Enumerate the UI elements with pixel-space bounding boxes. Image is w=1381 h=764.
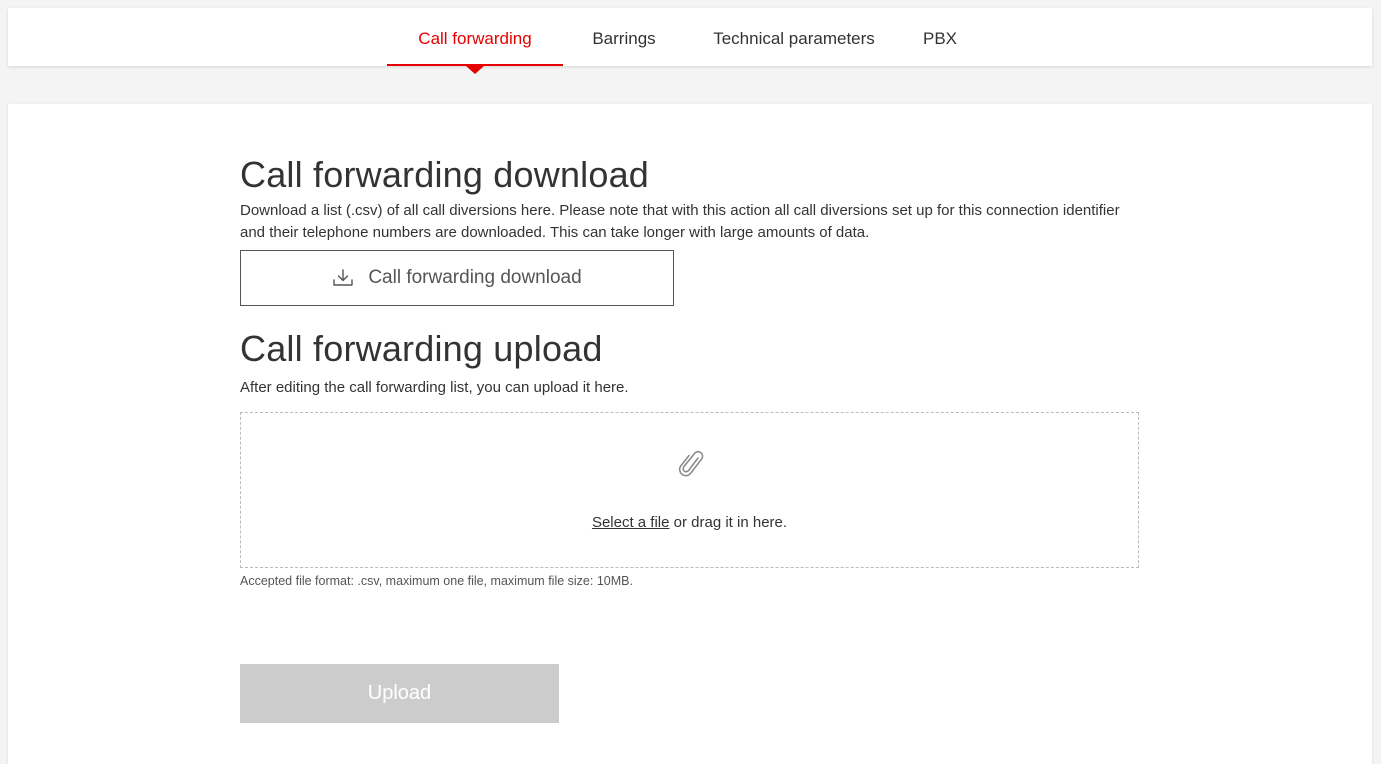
dropzone-instructions: Select a file or drag it in here.	[241, 514, 1138, 531]
tab-barrings[interactable]: Barrings	[580, 8, 668, 66]
upload-section-title: Call forwarding upload	[240, 328, 603, 369]
paperclip-icon	[678, 449, 704, 484]
download-button-label: Call forwarding download	[368, 267, 582, 288]
tab-label: Barrings	[592, 29, 656, 48]
download-section-title: Call forwarding download	[240, 154, 650, 195]
drop-text-suffix: or drag it in here.	[669, 514, 788, 531]
active-tab-caret	[466, 66, 484, 74]
file-dropzone[interactable]: Select a file or drag it in here.	[240, 412, 1139, 568]
tab-technical-parameters[interactable]: Technical parameters	[696, 8, 892, 66]
tab-label: PBX	[922, 29, 958, 48]
tab-bar: Call forwarding Barrings Technical param…	[8, 8, 1372, 74]
content-card: Call forwarding download Download a list…	[8, 104, 1372, 764]
call-forwarding-download-button[interactable]: Call forwarding download	[240, 250, 674, 306]
tab-label: Technical parameters	[713, 29, 875, 48]
file-format-hint: Accepted file format: .csv, maximum one …	[240, 574, 633, 588]
tab-call-forwarding[interactable]: Call forwarding	[387, 8, 563, 74]
upload-button[interactable]: Upload	[240, 664, 559, 723]
download-icon	[332, 268, 354, 288]
tab-label: Call forwarding	[418, 29, 532, 48]
tab-pbx[interactable]: PBX	[916, 8, 964, 66]
upload-section-description: After editing the call forwarding list, …	[240, 379, 629, 396]
select-file-link[interactable]: Select a file	[592, 514, 670, 531]
download-section-description: Download a list (.csv) of all call diver…	[240, 202, 1120, 241]
